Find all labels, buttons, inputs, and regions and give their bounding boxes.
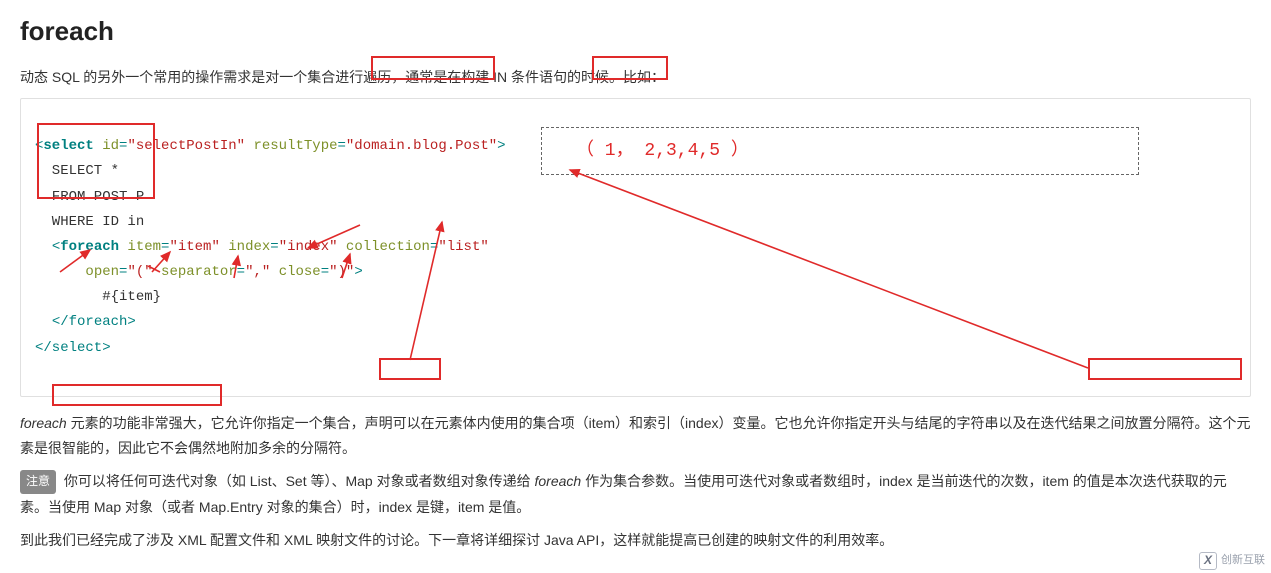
code-line-sql-from: FROM POST P xyxy=(35,189,144,205)
italic-foreach: foreach xyxy=(20,415,67,431)
intro-text-3: 句的时候。比如： xyxy=(553,69,665,85)
annotation-dashed-box: （ 1， 2,3,4,5 ） xyxy=(541,127,1139,175)
paragraph-conclusion: 到此我们已经完成了涉及 XML 配置文件和 XML 映射文件的讨论。下一章将详细… xyxy=(20,528,1251,553)
intro-text-2: 通常是在构建 xyxy=(405,69,489,85)
code-line-foreach-open: <foreach item="item" index="index" colle… xyxy=(35,239,489,255)
code-line-select-close: </select> xyxy=(35,340,111,356)
paragraph-foreach-desc: foreach 元素的功能非常强大，它允许你指定一个集合，声明可以在元素体内使用… xyxy=(20,411,1251,461)
paragraph-note: 注意 你可以将任何可迭代对象（如 List、Set 等）、Map 对象或者数组对… xyxy=(20,469,1251,519)
intro-text-1: 动态 SQL 的另外一个常用的操作需求是对一 xyxy=(20,69,293,85)
page-title: foreach xyxy=(20,8,1251,55)
code-line-foreach-attrs2: open="(" separator="," close=")"> xyxy=(35,264,363,280)
watermark-icon: X xyxy=(1199,552,1217,570)
code-line-item: #{item} xyxy=(35,289,161,305)
code-block: <select id="selectPostIn" resultType="do… xyxy=(20,98,1251,397)
code-line-sql-select: SELECT * xyxy=(35,163,119,179)
highlight-in-condition: IN 条件语 xyxy=(489,69,553,85)
note-badge: 注意 xyxy=(20,470,56,494)
code-line-foreach-close: </foreach> xyxy=(35,314,136,330)
highlight-a-collection: 一个集合 xyxy=(295,415,351,431)
code-line-select-open: <select id="selectPostIn" resultType="do… xyxy=(35,138,506,154)
highlight-head-tail-string: 开头与结尾的字符串以 xyxy=(873,415,1013,431)
code-line-sql-where: WHERE ID in xyxy=(35,214,144,230)
highlight-separator: 迭代结果之间放置分隔符 xyxy=(1041,415,1195,431)
highlight-collection-traverse: 个集合进行遍历， xyxy=(293,69,405,85)
watermark: X 创新互联 xyxy=(1199,551,1265,571)
watermark-text: 创新互联 xyxy=(1221,551,1265,571)
intro-paragraph: 动态 SQL 的另外一个常用的操作需求是对一个集合进行遍历，通常是在构建 IN … xyxy=(20,65,1251,90)
annotation-value: （ 1， 2,3,4,5 ） xyxy=(576,135,749,167)
